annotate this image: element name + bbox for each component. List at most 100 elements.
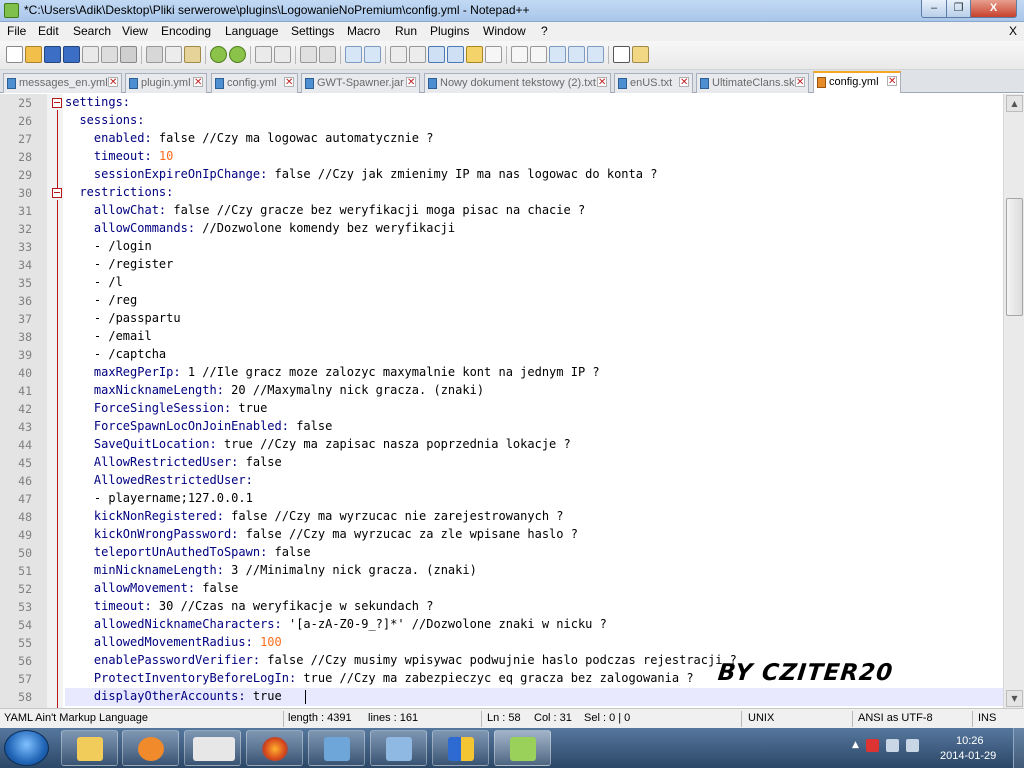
tab-ultimateclans[interactable]: UltimateClans.sk ✕ bbox=[696, 73, 809, 93]
indent-guide-icon[interactable] bbox=[428, 46, 445, 63]
menu-view[interactable]: View bbox=[122, 24, 148, 38]
spell-check-icon[interactable] bbox=[613, 46, 630, 63]
tab-config-yml-active[interactable]: config.yml ✕ bbox=[813, 71, 901, 93]
tab-close-icon[interactable]: ✕ bbox=[679, 77, 689, 88]
status-lines: lines : 161 bbox=[368, 712, 419, 724]
find-icon[interactable] bbox=[255, 46, 272, 63]
cut-icon[interactable] bbox=[146, 46, 163, 63]
copy-icon[interactable] bbox=[165, 46, 182, 63]
taskbar-media-player[interactable] bbox=[122, 730, 179, 766]
tab-close-icon[interactable]: ✕ bbox=[193, 77, 203, 88]
maximize-button[interactable]: ❐ bbox=[946, 0, 971, 18]
line-number: 55 bbox=[18, 636, 32, 650]
start-button[interactable] bbox=[4, 730, 49, 766]
sync-vertical-icon[interactable] bbox=[345, 46, 362, 63]
taskbar-mpc[interactable] bbox=[184, 730, 241, 766]
text-editor[interactable]: 25 settings: 26 sessions: 27 enabled: false… bbox=[0, 94, 1024, 708]
save-all-icon[interactable] bbox=[63, 46, 80, 63]
tab-close-icon[interactable]: ✕ bbox=[108, 77, 118, 88]
vertical-scrollbar[interactable]: ▲ ▼ bbox=[1003, 94, 1024, 708]
tab-plugin-yml[interactable]: plugin.yml ✕ bbox=[125, 73, 207, 93]
tab-close-icon[interactable]: ✕ bbox=[887, 76, 897, 87]
menu-window[interactable]: Window bbox=[483, 24, 526, 38]
yaml-value bbox=[152, 149, 159, 163]
volume-icon[interactable] bbox=[906, 739, 919, 752]
menu-encoding[interactable]: Encoding bbox=[161, 24, 211, 38]
tab-messages-en[interactable]: messages_en.yml ✕ bbox=[3, 73, 122, 93]
status-col: Col : 31 bbox=[534, 712, 572, 724]
line-number: 48 bbox=[18, 510, 32, 524]
fold-collapse-icon[interactable] bbox=[52, 188, 62, 198]
print-icon[interactable] bbox=[120, 46, 137, 63]
tab-config-yml-1[interactable]: config.yml ✕ bbox=[211, 73, 298, 93]
taskbar-security[interactable] bbox=[432, 730, 489, 766]
close-all-icon[interactable] bbox=[101, 46, 118, 63]
redo-icon[interactable] bbox=[229, 46, 246, 63]
scrollbar-thumb[interactable] bbox=[1006, 198, 1023, 316]
record-macro-icon[interactable] bbox=[511, 46, 528, 63]
clock-date[interactable]: 2014-01-29 bbox=[940, 750, 996, 762]
action-center-icon[interactable] bbox=[866, 739, 879, 752]
menu-plugins[interactable]: Plugins bbox=[430, 24, 469, 38]
taskbar-explorer[interactable] bbox=[61, 730, 118, 766]
file-icon bbox=[700, 78, 709, 89]
user-language-icon[interactable] bbox=[447, 46, 464, 63]
taskbar-notepadpp[interactable] bbox=[494, 730, 551, 766]
line-number: 31 bbox=[18, 204, 32, 218]
close-document-button[interactable]: X bbox=[1009, 24, 1017, 38]
scroll-down-icon[interactable]: ▼ bbox=[1006, 690, 1023, 707]
play-macro-icon[interactable] bbox=[549, 46, 566, 63]
menu-file[interactable]: File bbox=[7, 24, 26, 38]
scroll-up-icon[interactable]: ▲ bbox=[1006, 95, 1023, 112]
save-icon[interactable] bbox=[44, 46, 61, 63]
toolbar-separator bbox=[205, 46, 206, 64]
tab-close-icon[interactable]: ✕ bbox=[284, 77, 294, 88]
menu-macro[interactable]: Macro bbox=[347, 24, 380, 38]
fold-collapse-icon[interactable] bbox=[52, 98, 62, 108]
zoom-in-icon[interactable] bbox=[300, 46, 317, 63]
show-all-chars-icon[interactable] bbox=[409, 46, 426, 63]
close-button[interactable]: X bbox=[970, 0, 1017, 18]
new-file-icon[interactable] bbox=[6, 46, 23, 63]
zoom-out-icon[interactable] bbox=[319, 46, 336, 63]
menu-search[interactable]: Search bbox=[73, 24, 111, 38]
minimize-button[interactable]: ‒ bbox=[921, 0, 947, 18]
line-number: 53 bbox=[18, 600, 32, 614]
close-file-icon[interactable] bbox=[82, 46, 99, 63]
paste-icon[interactable] bbox=[184, 46, 201, 63]
clock-time[interactable]: 10:26 bbox=[956, 735, 984, 747]
plugin-tool-icon[interactable] bbox=[632, 46, 649, 63]
menu-settings[interactable]: Settings bbox=[291, 24, 334, 38]
status-length: length : 4391 bbox=[288, 712, 352, 724]
menu-run[interactable]: Run bbox=[395, 24, 417, 38]
show-hidden-icons-icon[interactable]: ▲ bbox=[852, 740, 859, 750]
modified-file-icon bbox=[817, 77, 826, 88]
network-icon[interactable] bbox=[886, 739, 899, 752]
undo-icon[interactable] bbox=[210, 46, 227, 63]
tab-nowy-dokument[interactable]: Nowy dokument tekstowy (2).txt ✕ bbox=[424, 73, 611, 93]
word-wrap-icon[interactable] bbox=[390, 46, 407, 63]
replace-icon[interactable] bbox=[274, 46, 291, 63]
function-list-icon[interactable] bbox=[485, 46, 502, 63]
menu-help[interactable]: ? bbox=[541, 24, 548, 38]
tab-gwt-spawner[interactable]: GWT-Spawner.jar ✕ bbox=[301, 73, 420, 93]
code-line: 53 timeout: 30 //Czas na weryfikacje w s… bbox=[0, 598, 1003, 616]
tab-close-icon[interactable]: ✕ bbox=[795, 77, 805, 88]
code-text: timeout: 30 //Czas na weryfikacje w seku… bbox=[65, 599, 434, 613]
sync-horizontal-icon[interactable] bbox=[364, 46, 381, 63]
stop-macro-icon[interactable] bbox=[530, 46, 547, 63]
tab-close-icon[interactable]: ✕ bbox=[406, 77, 416, 88]
notepadpp-app-icon[interactable] bbox=[4, 3, 19, 18]
show-desktop-button[interactable] bbox=[1013, 728, 1024, 768]
taskbar-firefox[interactable] bbox=[246, 730, 303, 766]
open-file-icon[interactable] bbox=[25, 46, 42, 63]
menu-edit[interactable]: Edit bbox=[38, 24, 59, 38]
tab-enus[interactable]: enUS.txt ✕ bbox=[614, 73, 693, 93]
save-macro-icon[interactable] bbox=[587, 46, 604, 63]
document-map-icon[interactable] bbox=[466, 46, 483, 63]
taskbar-app-6[interactable] bbox=[370, 730, 427, 766]
run-macro-multiple-icon[interactable] bbox=[568, 46, 585, 63]
tab-close-icon[interactable]: ✕ bbox=[597, 77, 607, 88]
menu-language[interactable]: Language bbox=[225, 24, 278, 38]
taskbar-app-5[interactable] bbox=[308, 730, 365, 766]
